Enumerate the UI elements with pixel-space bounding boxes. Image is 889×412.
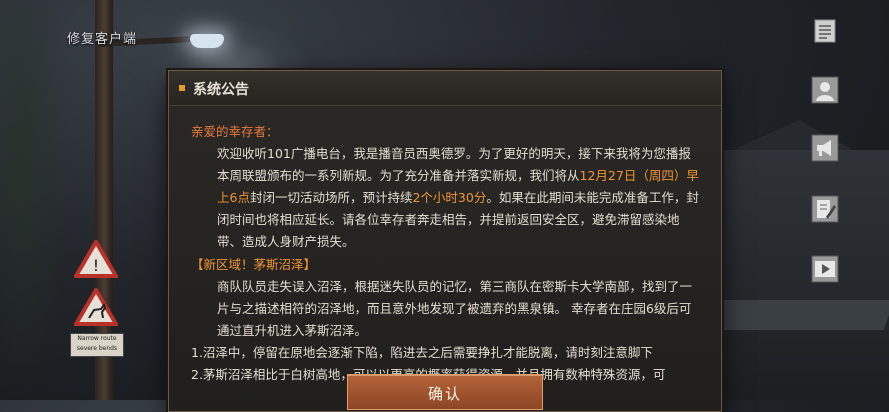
section-title: 【新区域！茅斯沼泽】 bbox=[191, 256, 317, 272]
house-porch-roof bbox=[693, 300, 889, 330]
road-sign-plate: Narrow route severe bends bbox=[70, 333, 124, 357]
announcement-content[interactable]: 亲爱的幸存者： 欢迎收听101广播电台，我是播音员西奥德罗。为了更好的明天，接下… bbox=[191, 121, 701, 386]
video-play-icon bbox=[811, 255, 839, 283]
system-announcement-dialog: 系统公告 亲爱的幸存者： 欢迎收听101广播电台，我是播音员西奥德罗。为了更好的… bbox=[168, 70, 722, 412]
megaphone-icon bbox=[811, 134, 839, 162]
edit-button[interactable] bbox=[808, 193, 842, 225]
paragraph1-segment: 封闭一切活动场所，预计持续 bbox=[249, 190, 413, 206]
announcement-button[interactable] bbox=[808, 132, 842, 164]
profile-icon bbox=[811, 76, 839, 104]
background-trees bbox=[0, 0, 70, 400]
sign-plate-line-2: severe bends bbox=[76, 345, 118, 352]
svg-text:!: ! bbox=[93, 256, 99, 275]
profile-button[interactable] bbox=[808, 74, 842, 106]
street-lamp bbox=[190, 34, 224, 48]
notepad-button[interactable] bbox=[808, 15, 842, 47]
announcement-paragraph-1: 欢迎收听101广播电台，我是播音员西奥德罗。为了更好的明天，接下来我将为您播报本… bbox=[191, 143, 701, 253]
notepad-icon bbox=[814, 19, 836, 43]
greeting: 亲爱的幸存者： bbox=[191, 124, 279, 139]
deer-crossing-sign-icon bbox=[74, 288, 118, 326]
highlight-duration: 2个小时30分 bbox=[412, 190, 487, 206]
edit-document-icon bbox=[811, 195, 839, 223]
sign-plate-line-1: Narrow route bbox=[77, 335, 117, 342]
repair-client-link[interactable]: 修复客户端 bbox=[67, 28, 137, 47]
header-marker-icon bbox=[179, 85, 185, 91]
list-item: 1.沼泽中，停留在原地会逐渐下陷，陷进去之后需要挣扎才能脱离，请时刻注意脚下 bbox=[191, 344, 653, 360]
warning-sign-icon: ! bbox=[74, 240, 118, 278]
video-button[interactable] bbox=[808, 253, 842, 285]
confirm-button[interactable]: 确认 bbox=[347, 374, 543, 410]
dialog-title: 系统公告 bbox=[193, 82, 249, 98]
dialog-header: 系统公告 bbox=[169, 71, 721, 106]
background-house bbox=[709, 150, 889, 400]
announcement-paragraph-2: 商队队员走失误入沼泽，根据迷失队员的记忆，第三商队在密斯卡大学南部，找到了一片与… bbox=[217, 278, 693, 338]
